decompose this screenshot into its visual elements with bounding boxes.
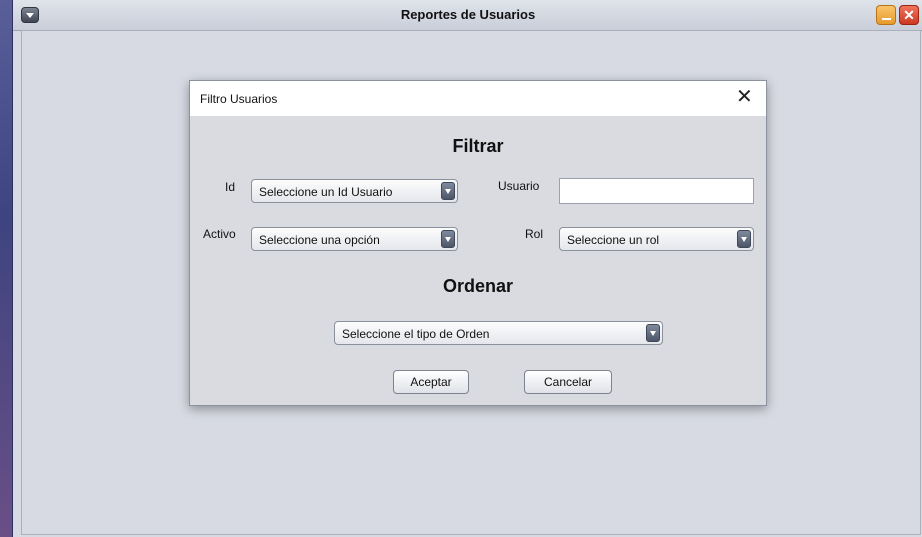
main-window: Reportes de Usuarios ✕ Filtro Usuarios ✕… <box>12 0 922 537</box>
activo-combobox[interactable]: Seleccione una opción <box>251 227 458 251</box>
chevron-down-icon[interactable] <box>441 230 455 248</box>
order-heading: Ordenar <box>442 276 514 296</box>
accept-button[interactable]: Aceptar <box>393 370 469 394</box>
rol-combobox-value: Seleccione un rol <box>567 233 660 247</box>
activo-label: Activo <box>203 227 236 241</box>
order-combobox-value: Seleccione el tipo de Orden <box>342 327 490 341</box>
filter-heading: Filtrar <box>452 136 504 156</box>
order-combobox[interactable]: Seleccione el tipo de Orden <box>334 321 663 345</box>
dialog-close-icon[interactable]: ✕ <box>736 87 753 107</box>
dialog-title: Filtro Usuarios <box>200 92 278 106</box>
id-combobox-value: Seleccione un Id Usuario <box>259 185 393 199</box>
minimize-icon[interactable] <box>876 5 896 25</box>
dialog-titlebar[interactable]: Filtro Usuarios ✕ <box>190 81 766 116</box>
usuario-input[interactable] <box>559 178 754 204</box>
rol-combobox[interactable]: Seleccione un rol <box>559 227 754 251</box>
window-titlebar[interactable]: Reportes de Usuarios ✕ <box>13 0 922 31</box>
cancel-button[interactable]: Cancelar <box>524 370 612 394</box>
chevron-down-icon[interactable] <box>737 230 751 248</box>
filter-dialog: Filtro Usuarios ✕ Filtrar Id Seleccione … <box>189 80 767 406</box>
usuario-label: Usuario <box>498 179 540 193</box>
rol-label: Rol <box>525 227 544 241</box>
id-label: Id <box>225 180 236 194</box>
close-icon[interactable]: ✕ <box>899 5 919 25</box>
window-title: Reportes de Usuarios <box>400 7 536 22</box>
activo-combobox-value: Seleccione una opción <box>259 233 380 247</box>
chevron-down-icon[interactable] <box>646 324 660 342</box>
id-combobox[interactable]: Seleccione un Id Usuario <box>251 179 458 203</box>
chevron-down-icon[interactable] <box>441 182 455 200</box>
